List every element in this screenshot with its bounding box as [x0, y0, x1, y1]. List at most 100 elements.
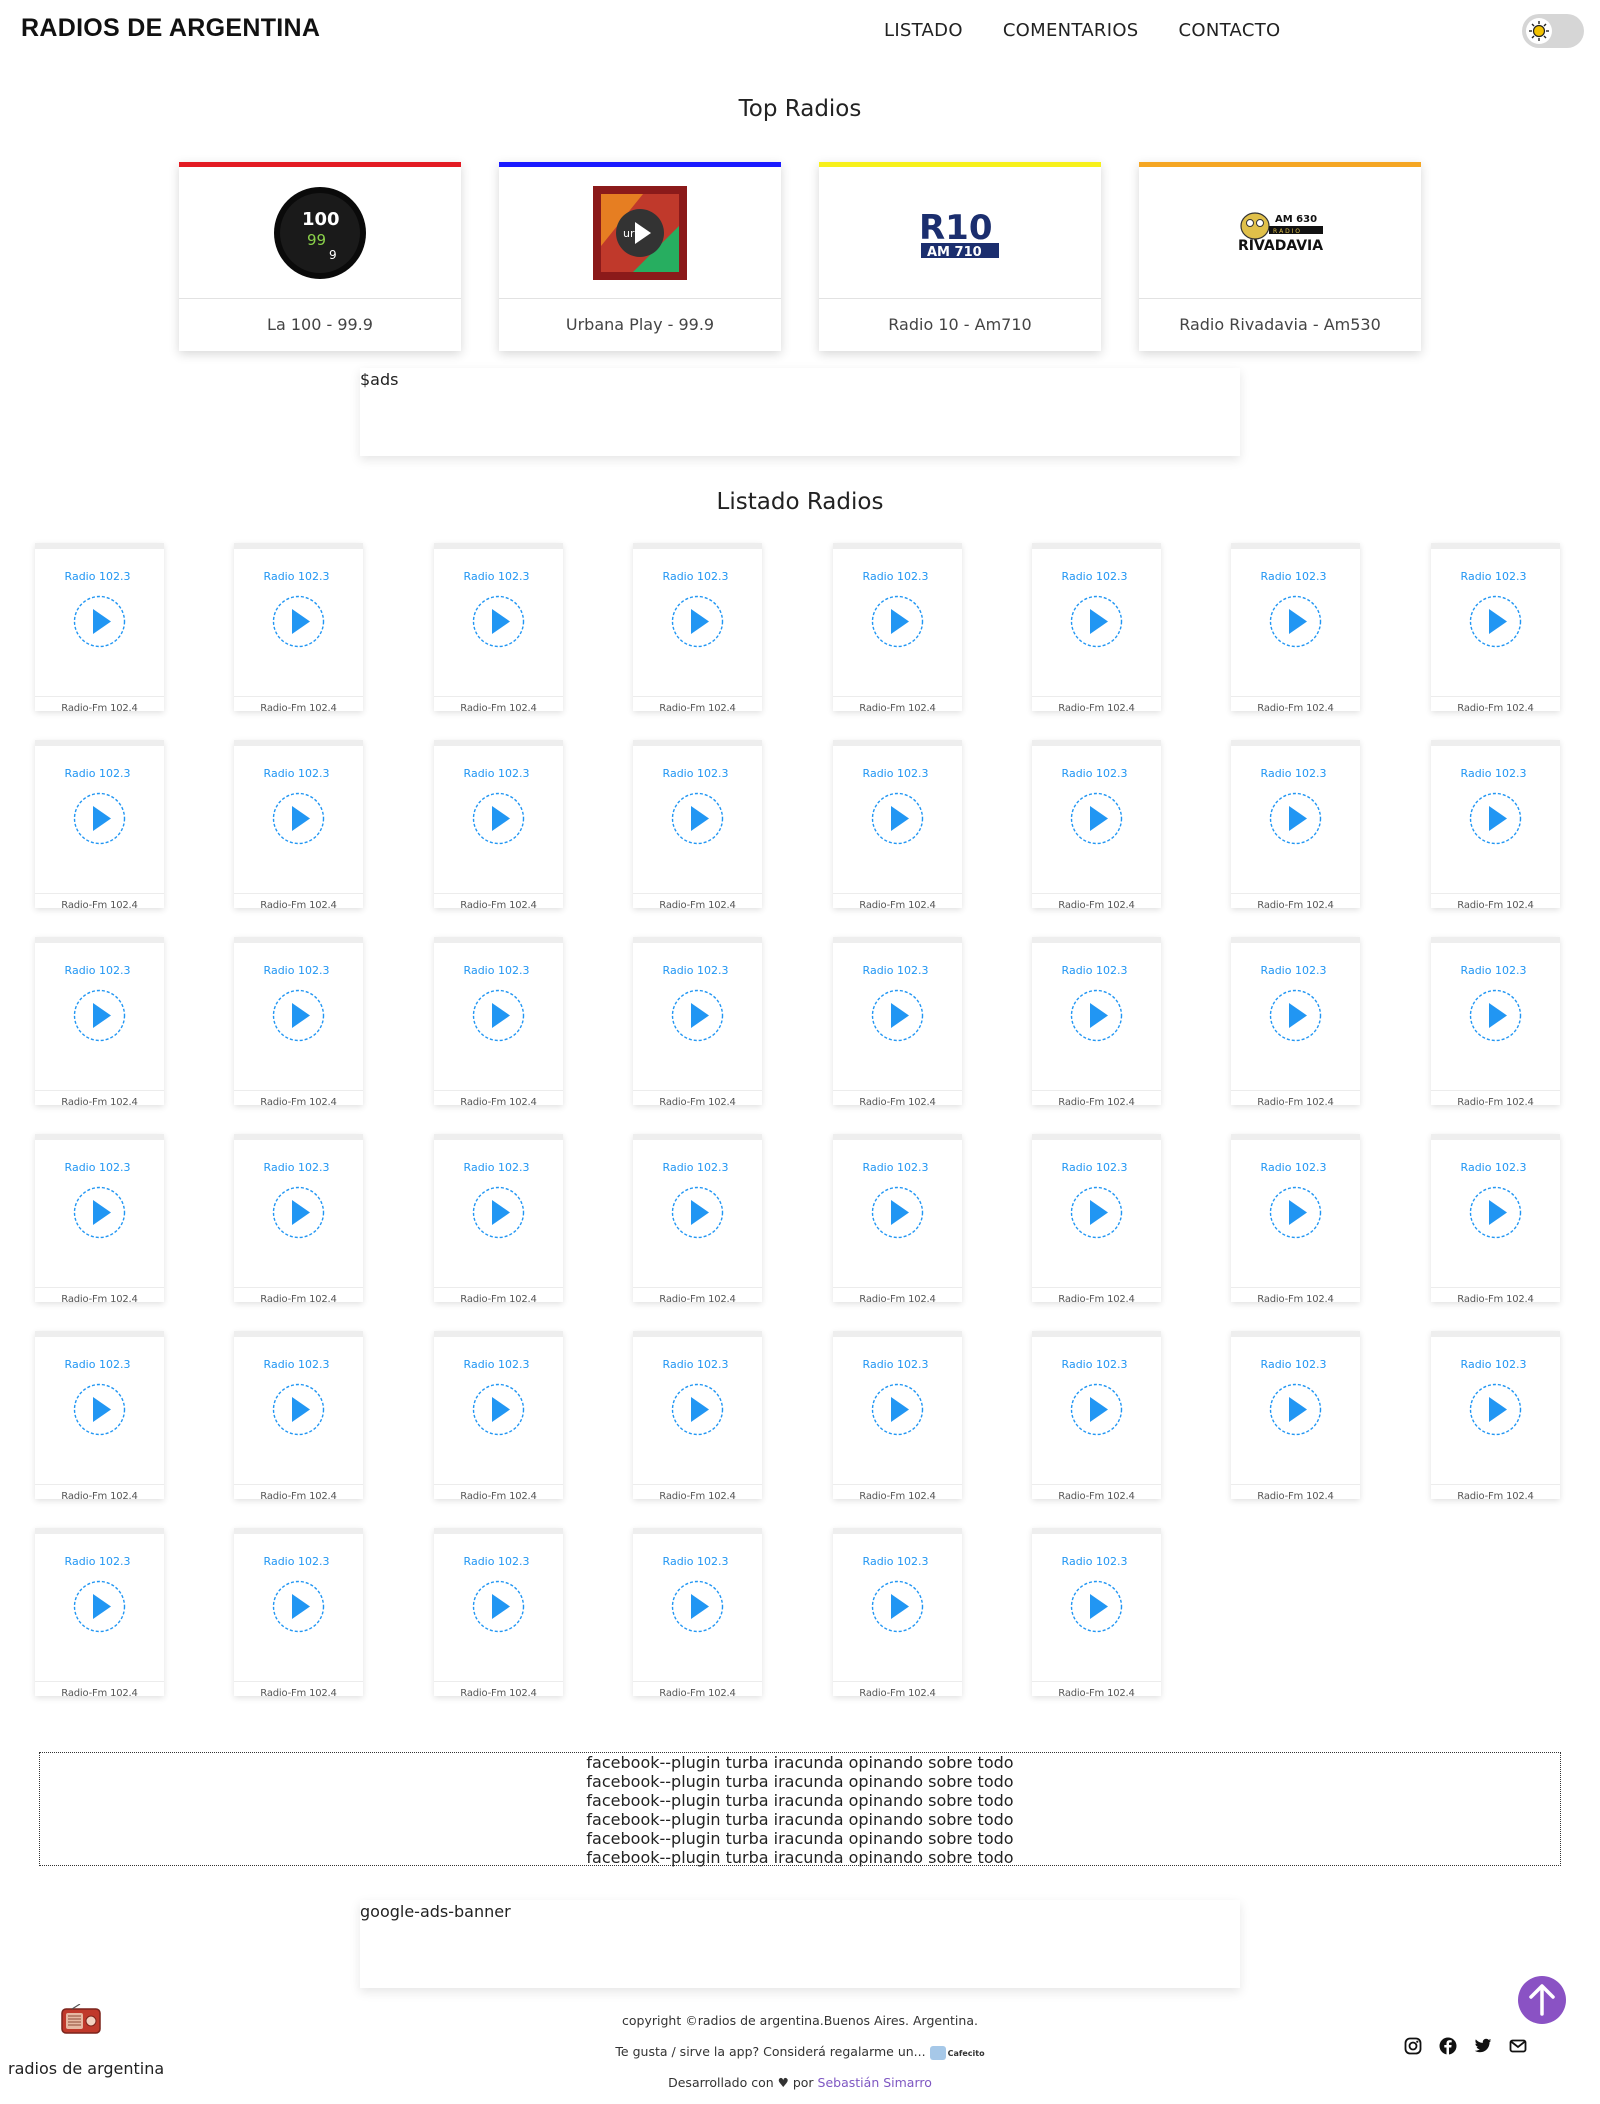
radio-card[interactable]: Radio 102.3 Radio-Fm 102.4 [234, 543, 363, 714]
play-circle-icon[interactable] [671, 792, 724, 845]
play-circle-icon[interactable] [472, 1383, 525, 1436]
play-circle-icon[interactable] [871, 1383, 924, 1436]
play-circle-icon[interactable] [472, 792, 525, 845]
nav-listado[interactable]: LISTADO [884, 20, 963, 41]
radio-card[interactable]: Radio 102.3 Radio-Fm 102.4 [1032, 1528, 1161, 1699]
radio-card[interactable]: Radio 102.3 Radio-Fm 102.4 [35, 740, 164, 911]
radio-card[interactable]: Radio 102.3 Radio-Fm 102.4 [633, 937, 762, 1108]
radio-card[interactable]: Radio 102.3 Radio-Fm 102.4 [833, 1528, 962, 1699]
radio-card[interactable]: Radio 102.3 Radio-Fm 102.4 [35, 1528, 164, 1699]
play-circle-icon[interactable] [73, 989, 126, 1042]
play-circle-icon[interactable] [1469, 1383, 1522, 1436]
play-circle-icon[interactable] [1070, 792, 1123, 845]
radio-card[interactable]: Radio 102.3 Radio-Fm 102.4 [1231, 937, 1360, 1108]
play-circle-icon[interactable] [272, 1186, 325, 1239]
play-circle-icon[interactable] [1469, 1186, 1522, 1239]
top-radio-card[interactable]: AM 630 R A D I O RIVADAVIA Radio Rivadav… [1139, 162, 1421, 351]
radio-card[interactable]: Radio 102.3 Radio-Fm 102.4 [1431, 1331, 1560, 1502]
play-circle-icon[interactable] [1469, 989, 1522, 1042]
radio-card[interactable]: Radio 102.3 Radio-Fm 102.4 [434, 1331, 563, 1502]
radio-card[interactable]: Radio 102.3 Radio-Fm 102.4 [234, 1134, 363, 1305]
play-circle-icon[interactable] [1070, 595, 1123, 648]
play-circle-icon[interactable] [73, 1383, 126, 1436]
radio-card[interactable]: Radio 102.3 Radio-Fm 102.4 [234, 937, 363, 1108]
radio-card[interactable]: Radio 102.3 Radio-Fm 102.4 [434, 1134, 563, 1305]
radio-card[interactable]: Radio 102.3 Radio-Fm 102.4 [1231, 543, 1360, 714]
play-circle-icon[interactable] [671, 989, 724, 1042]
radio-card[interactable]: Radio 102.3 Radio-Fm 102.4 [1431, 937, 1560, 1108]
play-circle-icon[interactable] [73, 1580, 126, 1633]
radio-card[interactable]: Radio 102.3 Radio-Fm 102.4 [1431, 740, 1560, 911]
play-circle-icon[interactable] [472, 1580, 525, 1633]
play-circle-icon[interactable] [671, 1186, 724, 1239]
play-circle-icon[interactable] [671, 595, 724, 648]
radio-card[interactable]: Radio 102.3 Radio-Fm 102.4 [35, 1331, 164, 1502]
ads-top[interactable]: $ads [360, 368, 1240, 456]
top-radio-card[interactable]: urb Urbana Play - 99.9 [499, 162, 781, 351]
play-circle-icon[interactable] [1469, 792, 1522, 845]
play-circle-icon[interactable] [73, 792, 126, 845]
play-circle-icon[interactable] [272, 1580, 325, 1633]
play-circle-icon[interactable] [272, 989, 325, 1042]
play-circle-icon[interactable] [1269, 1383, 1322, 1436]
cafecito-label[interactable]: Cafecito [948, 2049, 985, 2058]
site-brand[interactable]: RADIOS DE ARGENTINA [21, 14, 320, 43]
play-circle-icon[interactable] [871, 1186, 924, 1239]
play-circle-icon[interactable] [472, 1186, 525, 1239]
radio-card[interactable]: Radio 102.3 Radio-Fm 102.4 [434, 543, 563, 714]
radio-card[interactable]: Radio 102.3 Radio-Fm 102.4 [833, 740, 962, 911]
instagram-icon[interactable] [1404, 2037, 1422, 2055]
play-circle-icon[interactable] [73, 1186, 126, 1239]
radio-card[interactable]: Radio 102.3 Radio-Fm 102.4 [1431, 543, 1560, 714]
radio-card[interactable]: Radio 102.3 Radio-Fm 102.4 [833, 1331, 962, 1502]
play-circle-icon[interactable] [1070, 1186, 1123, 1239]
radio-card[interactable]: Radio 102.3 Radio-Fm 102.4 [35, 1134, 164, 1305]
radio-card[interactable]: Radio 102.3 Radio-Fm 102.4 [434, 1528, 563, 1699]
radio-card[interactable]: Radio 102.3 Radio-Fm 102.4 [633, 543, 762, 714]
ads-bottom[interactable]: google-ads-banner [360, 1900, 1240, 1988]
radio-card[interactable]: Radio 102.3 Radio-Fm 102.4 [434, 937, 563, 1108]
radio-card[interactable]: Radio 102.3 Radio-Fm 102.4 [35, 543, 164, 714]
facebook-icon[interactable] [1439, 2037, 1457, 2055]
radio-card[interactable]: Radio 102.3 Radio-Fm 102.4 [833, 1134, 962, 1305]
play-circle-icon[interactable] [871, 1580, 924, 1633]
play-circle-icon[interactable] [472, 595, 525, 648]
facebook-plugin[interactable]: facebook--plugin turba iracunda opinando… [39, 1752, 1561, 1867]
radio-card[interactable]: Radio 102.3 Radio-Fm 102.4 [234, 1528, 363, 1699]
email-icon[interactable] [1509, 2037, 1527, 2055]
twitter-icon[interactable] [1474, 2037, 1492, 2055]
radio-card[interactable]: Radio 102.3 Radio-Fm 102.4 [234, 1331, 363, 1502]
radio-card[interactable]: Radio 102.3 Radio-Fm 102.4 [833, 937, 962, 1108]
play-circle-icon[interactable] [1269, 792, 1322, 845]
radio-card[interactable]: Radio 102.3 Radio-Fm 102.4 [35, 937, 164, 1108]
play-circle-icon[interactable] [671, 1580, 724, 1633]
radio-card[interactable]: Radio 102.3 Radio-Fm 102.4 [1231, 740, 1360, 911]
radio-card[interactable]: Radio 102.3 Radio-Fm 102.4 [1231, 1134, 1360, 1305]
top-radio-card[interactable]: 100 99 9 La 100 - 99.9 [179, 162, 461, 351]
nav-contacto[interactable]: CONTACTO [1179, 20, 1281, 41]
radio-card[interactable]: Radio 102.3 Radio-Fm 102.4 [234, 740, 363, 911]
play-circle-icon[interactable] [1070, 1580, 1123, 1633]
play-circle-icon[interactable] [1469, 595, 1522, 648]
theme-toggle[interactable] [1522, 14, 1584, 48]
radio-card[interactable]: Radio 102.3 Radio-Fm 102.4 [1032, 740, 1161, 911]
radio-card[interactable]: Radio 102.3 Radio-Fm 102.4 [1431, 1134, 1560, 1305]
radio-card[interactable]: Radio 102.3 Radio-Fm 102.4 [1032, 543, 1161, 714]
developer-link[interactable]: Sebastián Simarro [818, 2075, 932, 2090]
play-circle-icon[interactable] [73, 595, 126, 648]
nav-comentarios[interactable]: COMENTARIOS [1003, 20, 1139, 41]
play-circle-icon[interactable] [272, 792, 325, 845]
radio-card[interactable]: Radio 102.3 Radio-Fm 102.4 [633, 1528, 762, 1699]
radio-card[interactable]: Radio 102.3 Radio-Fm 102.4 [633, 1331, 762, 1502]
play-circle-icon[interactable] [871, 989, 924, 1042]
radio-card[interactable]: Radio 102.3 Radio-Fm 102.4 [1032, 1331, 1161, 1502]
radio-card[interactable]: Radio 102.3 Radio-Fm 102.4 [1231, 1331, 1360, 1502]
play-circle-icon[interactable] [1269, 989, 1322, 1042]
top-radio-card[interactable]: R10 AM 710 Radio 10 - Am710 [819, 162, 1101, 351]
radio-card[interactable]: Radio 102.3 Radio-Fm 102.4 [1032, 937, 1161, 1108]
play-circle-icon[interactable] [1070, 989, 1123, 1042]
cafecito-icon[interactable] [929, 2045, 946, 2060]
play-circle-icon[interactable] [472, 989, 525, 1042]
play-circle-icon[interactable] [1269, 595, 1322, 648]
radio-card[interactable]: Radio 102.3 Radio-Fm 102.4 [633, 1134, 762, 1305]
